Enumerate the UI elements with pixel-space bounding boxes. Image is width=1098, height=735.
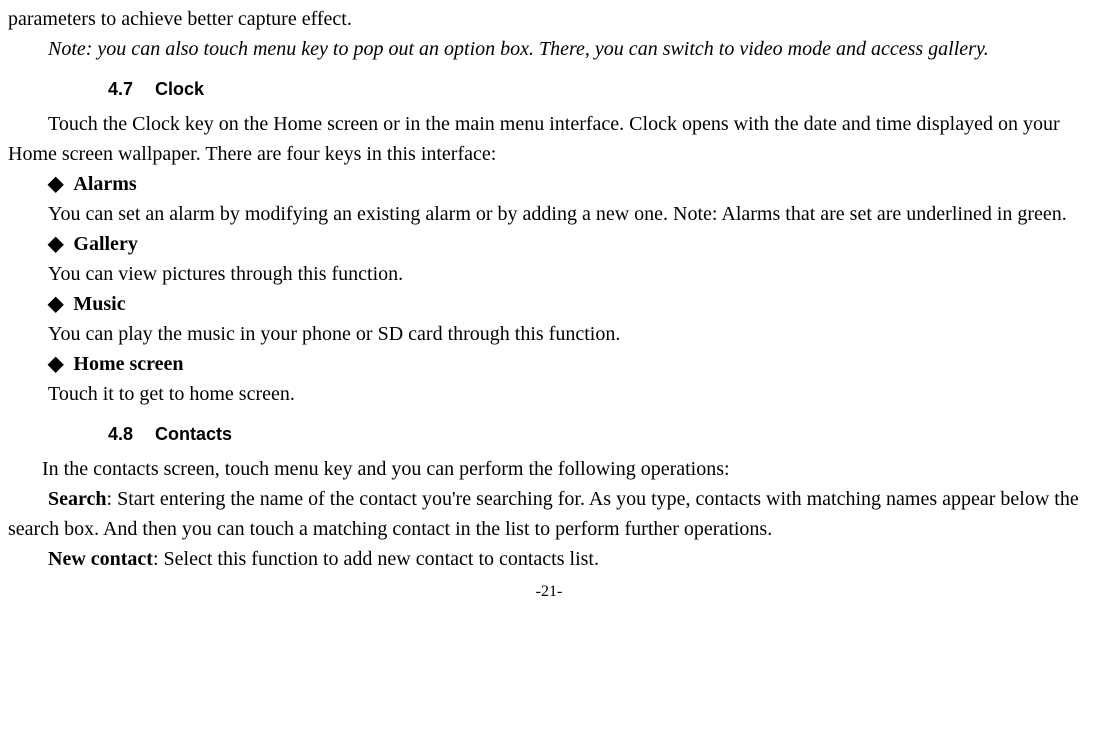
section-title: Contacts xyxy=(155,424,232,444)
contacts-intro: In the contacts screen, touch menu key a… xyxy=(8,454,1090,484)
gallery-desc: You can view pictures through this funct… xyxy=(8,259,1090,289)
diamond-icon: ◆ xyxy=(48,229,63,259)
contacts-newcontact: New contact: Select this function to add… xyxy=(8,544,1090,574)
bullet-alarms: ◆ Alarms xyxy=(8,169,1090,199)
partial-text: parameters to achieve better capture eff… xyxy=(8,4,1090,34)
home-desc: Touch it to get to home screen. xyxy=(8,379,1090,409)
section-title: Clock xyxy=(155,79,204,99)
bullet-label: Music xyxy=(73,293,125,315)
search-desc: : Start entering the name of the contact… xyxy=(8,488,1079,540)
music-desc: You can play the music in your phone or … xyxy=(8,319,1090,349)
alarms-desc: You can set an alarm by modifying an exi… xyxy=(8,199,1090,229)
section-number: 4.8 xyxy=(108,421,133,448)
bullet-label: Alarms xyxy=(73,173,136,195)
section-heading-clock: 4.7 Clock xyxy=(108,76,1090,103)
bullet-gallery: ◆ Gallery xyxy=(8,229,1090,259)
contacts-search: Search: Start entering the name of the c… xyxy=(8,484,1090,544)
search-label: Search xyxy=(48,488,107,510)
page-number: -21- xyxy=(8,580,1090,604)
clock-intro: Touch the Clock key on the Home screen o… xyxy=(8,109,1090,169)
diamond-icon: ◆ xyxy=(48,169,63,199)
bullet-home: ◆ Home screen xyxy=(8,349,1090,379)
bullet-label: Home screen xyxy=(73,353,183,375)
diamond-icon: ◆ xyxy=(48,289,63,319)
bullet-music: ◆ Music xyxy=(8,289,1090,319)
diamond-icon: ◆ xyxy=(48,349,63,379)
section-number: 4.7 xyxy=(108,76,133,103)
newcontact-label: New contact xyxy=(48,548,153,570)
bullet-label: Gallery xyxy=(73,233,137,255)
newcontact-desc: : Select this function to add new contac… xyxy=(153,548,599,570)
note-text: Note: you can also touch menu key to pop… xyxy=(8,34,1090,64)
section-heading-contacts: 4.8 Contacts xyxy=(108,421,1090,448)
